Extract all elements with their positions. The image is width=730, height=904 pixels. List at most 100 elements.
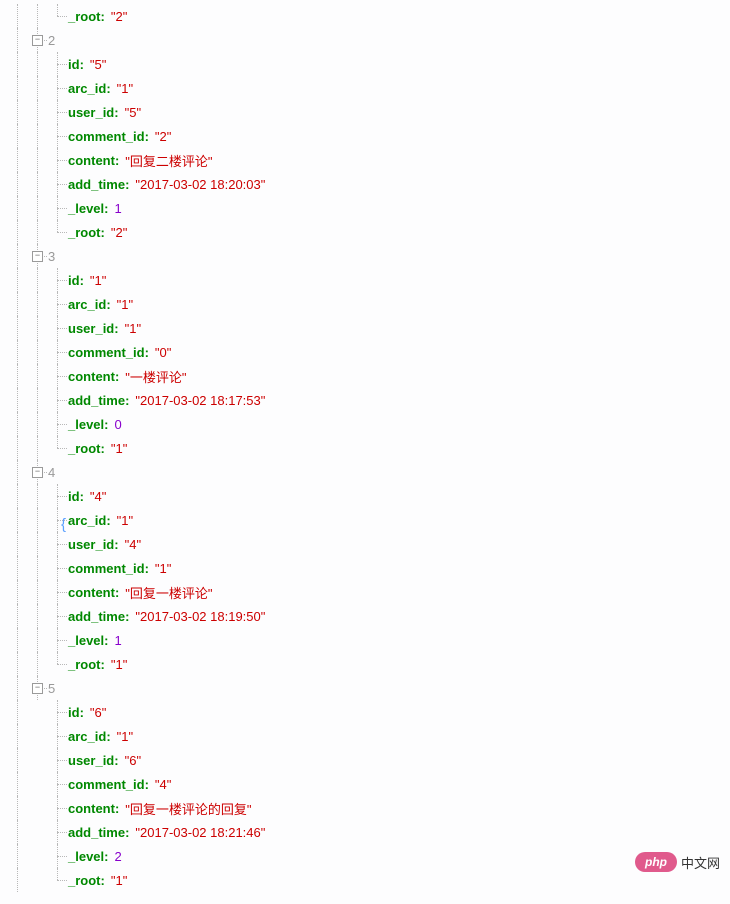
colon: : [104,633,108,648]
property-value: "1" [111,873,127,888]
colon: : [101,657,105,672]
property-key: comment_id [68,561,145,576]
property-key: _root [68,441,101,456]
array-index-row[interactable]: − 4 [8,460,730,484]
colon: : [145,561,149,576]
property-key: add_time [68,177,125,192]
property-value: 1 [115,633,122,648]
property-value: "2" [155,129,171,144]
property-value: "1" [117,729,133,744]
property-content: arc_id : "1" [68,297,133,312]
property-row: content : "回复二楼评论" [8,148,730,172]
watermark-text: 中文网 [681,853,720,872]
property-content: user_id : "6" [68,753,141,768]
property-value: "1" [117,297,133,312]
property-value: "4" [155,777,171,792]
property-row: id : "6" [8,700,730,724]
property-value: "1" [125,321,141,336]
property-key: id [68,489,80,504]
property-content: content : "一楼评论" [68,367,187,386]
property-content: _root : "2" [68,225,127,240]
colon: : [101,225,105,240]
property-content: comment_id : "1" [68,561,171,576]
property-content: _root : "1" [68,873,127,888]
property-key: id [68,273,80,288]
json-tree: _root : "2"− 2id : "5"arc_id : "1"user_i… [0,4,730,892]
property-row: _level : 0 [8,412,730,436]
collapse-toggle[interactable]: − [32,683,43,694]
property-value: "5" [125,105,141,120]
property-key: comment_id [68,129,145,144]
property-key: arc_id [68,729,106,744]
property-value: "2" [111,9,127,24]
collapse-toggle[interactable]: − [32,35,43,46]
property-content: add_time : "2017-03-02 18:17:53" [68,393,265,408]
property-row: comment_id : "1" [8,556,730,580]
property-key: add_time [68,825,125,840]
property-value: "1" [111,441,127,456]
colon: : [114,753,118,768]
array-index-row[interactable]: − 3 [8,244,730,268]
collapse-toggle[interactable]: − [32,467,43,478]
property-key: id [68,57,80,72]
property-key: _level [68,201,104,216]
array-index: 4 [48,465,55,480]
property-content: _level : 1 [68,633,122,648]
property-value: "回复一楼评论的回复" [125,799,251,818]
colon: : [114,105,118,120]
property-key: _root [68,657,101,672]
property-row: content : "回复一楼评论的回复" [8,796,730,820]
property-key: arc_id [68,81,106,96]
colon: : [125,177,129,192]
colon: : [80,57,84,72]
array-index: 3 [48,249,55,264]
property-content: user_id : "5" [68,105,141,120]
array-index-row[interactable]: − 5 [8,676,730,700]
colon: : [115,369,119,384]
array-index-row[interactable]: − 2 [8,28,730,52]
property-key: add_time [68,393,125,408]
colon: : [115,585,119,600]
property-key: user_id [68,105,114,120]
property-row: arc_id : "1" [8,292,730,316]
property-key: add_time [68,609,125,624]
property-key: user_id [68,321,114,336]
property-value: "6" [90,705,106,720]
property-content: id : "5" [68,57,106,72]
property-value: "回复一楼评论" [125,583,212,602]
colon: : [80,273,84,288]
property-row: _root : "1" [8,652,730,676]
property-row: _level : 1 [8,628,730,652]
colon: : [125,825,129,840]
colon: : [114,537,118,552]
property-content: add_time : "2017-03-02 18:19:50" [68,609,265,624]
property-row: comment_id : "0" [8,340,730,364]
collapse-toggle[interactable]: − [32,251,43,262]
property-value: "回复二楼评论" [125,151,212,170]
property-row: arc_id : "1" [8,508,730,532]
property-content: add_time : "2017-03-02 18:21:46" [68,825,265,840]
colon: : [145,777,149,792]
property-row: id : "4" [8,484,730,508]
property-value: "0" [155,345,171,360]
property-key: comment_id [68,345,145,360]
property-row: add_time : "2017-03-02 18:17:53" [8,388,730,412]
colon: : [145,345,149,360]
property-content: arc_id : "1" [68,729,133,744]
property-content: id : "4" [68,489,106,504]
property-value: "6" [125,753,141,768]
property-key: arc_id [68,297,106,312]
property-row: content : "一楼评论" [8,364,730,388]
property-content: comment_id : "2" [68,129,171,144]
colon: : [106,297,110,312]
property-key: user_id [68,537,114,552]
property-value: 0 [115,417,122,432]
colon: : [106,81,110,96]
property-key: _level [68,417,104,432]
property-row: add_time : "2017-03-02 18:19:50" [8,604,730,628]
property-content: arc_id : "1" [68,513,133,528]
property-row: _root : "2" [8,220,730,244]
property-content: content : "回复一楼评论" [68,583,213,602]
property-value: "1" [111,657,127,672]
colon: : [145,129,149,144]
